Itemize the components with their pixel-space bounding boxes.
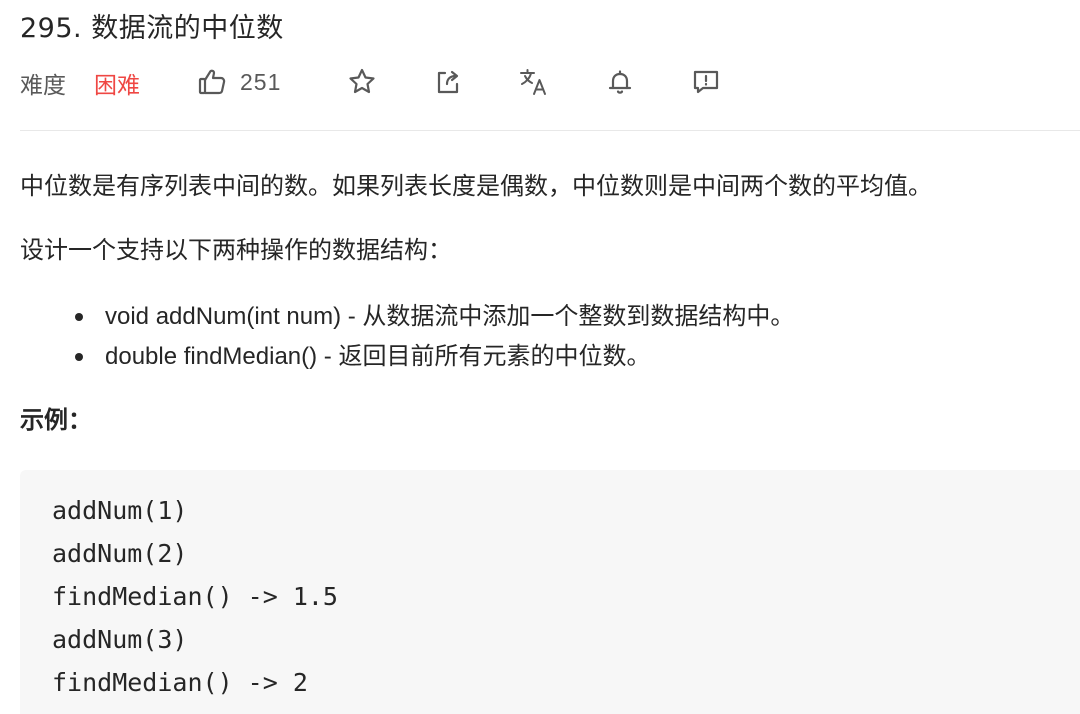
code-line: findMedian() -> 2 [52,668,308,697]
list-item-text: double findMedian() - 返回目前所有元素的中位数。 [105,343,651,370]
bullet-dot [75,353,83,361]
share-button[interactable] [428,62,468,102]
thumbs-up-icon [196,66,228,98]
operation-list: void addNum(int num) - 从数据流中添加一个整数到数据结构中… [70,297,794,377]
bullet-dot [75,313,83,321]
share-icon [433,67,463,97]
description-paragraph: 设计一个支持以下两种操作的数据结构： [20,236,452,264]
code-line: addNum(3) [52,625,188,654]
feedback-button[interactable] [686,62,726,102]
subscribe-button[interactable] [600,62,640,102]
header-divider [20,130,1080,131]
code-line: addNum(1) [52,496,188,525]
list-item: void addNum(int num) - 从数据流中添加一个整数到数据结构中… [70,297,794,337]
description-paragraph: 中位数是有序列表中间的数。如果列表长度是偶数，中位数则是中间两个数的平均值。 [20,172,932,200]
example-heading: 示例： [20,406,92,434]
example-code-block: addNum(1) addNum(2) findMedian() -> 1.5 … [20,470,1080,714]
problem-meta-toolbar: 难度 困难 251 [20,62,1080,102]
problem-title: 295. 数据流的中位数 [20,13,284,44]
list-item: double findMedian() - 返回目前所有元素的中位数。 [70,337,794,377]
difficulty-label: 难度 [20,73,66,99]
problem-page: 295. 数据流的中位数 难度 困难 251 中位数是有序列表中间的数。如果列表… [0,0,1080,714]
favorite-button[interactable] [342,62,382,102]
difficulty-badge: 困难 [94,73,140,99]
list-item-text: void addNum(int num) - 从数据流中添加一个整数到数据结构中… [105,303,795,330]
code-line: findMedian() -> 1.5 [52,582,338,611]
like-count: 251 [240,68,282,95]
star-icon [347,67,377,97]
like-button[interactable]: 251 [196,62,281,102]
bell-icon [605,67,635,97]
translate-button[interactable] [514,62,554,102]
translate-icon [518,66,550,98]
code-line: addNum(2) [52,539,188,568]
feedback-icon [691,67,721,97]
